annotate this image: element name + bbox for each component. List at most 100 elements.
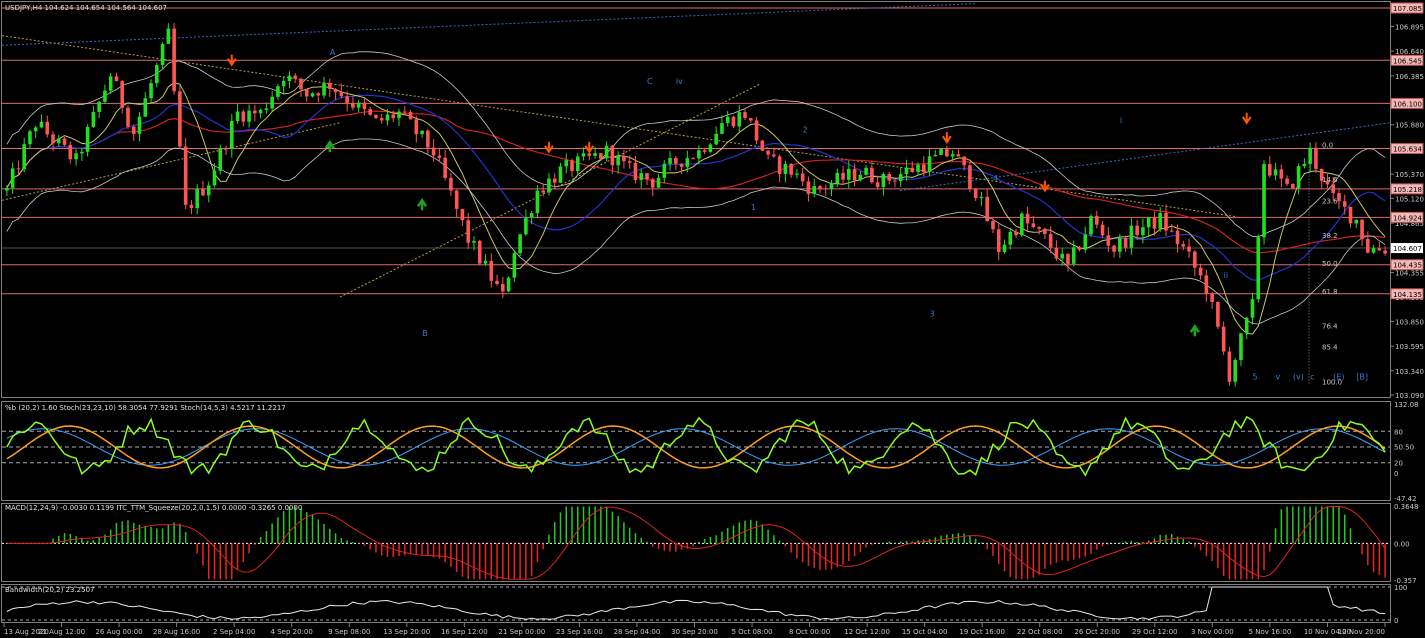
time-tick-label: 5 Oct 08:00 bbox=[731, 628, 772, 636]
candle-body bbox=[599, 153, 603, 159]
candle-body bbox=[1043, 228, 1047, 234]
bandwidth-tick-label: 0 bbox=[1394, 617, 1398, 625]
candle-body bbox=[293, 75, 298, 79]
candle-body bbox=[795, 173, 799, 175]
candle-body bbox=[956, 154, 961, 157]
candle-body bbox=[477, 240, 482, 264]
candle-body bbox=[1077, 247, 1082, 250]
candle-body bbox=[783, 163, 788, 175]
fib-level-label: 61.8 bbox=[1322, 288, 1338, 296]
candle-body bbox=[1187, 246, 1191, 252]
candle-body bbox=[1244, 317, 1249, 334]
candle-body bbox=[1302, 163, 1307, 167]
oscillator-tick-label: 0 bbox=[1394, 470, 1398, 478]
candle-body bbox=[622, 156, 626, 162]
candle-body bbox=[1169, 230, 1174, 232]
candle-body bbox=[1112, 245, 1116, 252]
candle-body bbox=[368, 109, 372, 115]
candle-body bbox=[33, 127, 38, 132]
macd-title: MACD(12,24,9) -0.0030 0.1199 ITC_TTM_Squ… bbox=[5, 504, 302, 512]
candle-body bbox=[524, 217, 528, 235]
price-tick-label: 103.850 bbox=[1395, 318, 1424, 326]
candle-body bbox=[235, 111, 240, 121]
time-tick-label: 4 Sep 20:00 bbox=[271, 628, 313, 636]
price-level-label: 105.218 bbox=[1393, 186, 1422, 194]
candle-body bbox=[120, 81, 125, 108]
price-level-label: 104.924 bbox=[1393, 214, 1422, 222]
candle-body bbox=[426, 130, 430, 148]
candle-body bbox=[149, 83, 153, 99]
candle-body bbox=[328, 82, 332, 89]
candle-body bbox=[489, 260, 494, 281]
candle-body bbox=[45, 121, 50, 135]
candle-body bbox=[74, 153, 78, 160]
candle-body bbox=[1239, 333, 1243, 361]
time-tick-label: 26 Aug 00:00 bbox=[95, 628, 142, 636]
candle-body bbox=[1383, 250, 1387, 254]
chart-title-text: USDJPY,H4 104.624 104.654 104.564 104.60… bbox=[5, 4, 167, 12]
bandwidth-title: Bandwidth(20,2) 23.2507 bbox=[5, 586, 95, 594]
candle-body bbox=[28, 131, 32, 145]
candle-body bbox=[51, 134, 55, 144]
candle-body bbox=[996, 229, 1001, 253]
candle-body bbox=[772, 154, 776, 157]
candle-body bbox=[1031, 223, 1036, 228]
candle-body bbox=[1354, 219, 1359, 224]
candle-body bbox=[806, 181, 811, 194]
time-tick-label: 12 Nov 20:00 bbox=[1338, 628, 1385, 636]
candle-body bbox=[91, 111, 96, 127]
candle-body bbox=[748, 118, 753, 121]
price-tick-label: 104.355 bbox=[1395, 269, 1424, 277]
candle-body bbox=[1158, 212, 1163, 229]
candle-body bbox=[1008, 231, 1013, 245]
candle-body bbox=[351, 102, 355, 108]
candle-body bbox=[1181, 244, 1186, 247]
candle-body bbox=[420, 130, 424, 135]
fib-level-label: 76.4 bbox=[1322, 322, 1338, 330]
candle-body bbox=[1267, 164, 1272, 176]
wave-label: 1 bbox=[751, 203, 756, 212]
time-tick-label: 26 Oct 20:00 bbox=[1074, 628, 1120, 636]
candle-body bbox=[1066, 253, 1070, 264]
candle-body bbox=[587, 153, 592, 156]
candle-body bbox=[16, 168, 21, 170]
price-tick-label: 106.895 bbox=[1395, 23, 1424, 31]
candle-body bbox=[316, 93, 321, 96]
time-tick-label: 22 Oct 08:00 bbox=[1017, 628, 1063, 636]
candle-body bbox=[22, 144, 26, 170]
candle-body bbox=[893, 180, 897, 182]
candle-body bbox=[1250, 299, 1255, 318]
candle-body bbox=[697, 150, 701, 159]
candle-body bbox=[639, 173, 644, 181]
oscillator-tick-label: 80 bbox=[1394, 428, 1403, 436]
macd-tick-label: 0.00 bbox=[1394, 540, 1410, 548]
candle-body bbox=[875, 182, 880, 188]
candle-body bbox=[847, 168, 851, 180]
time-tick-label: 21 Sep 00:00 bbox=[499, 628, 546, 636]
candle-body bbox=[299, 78, 303, 90]
candle-body bbox=[247, 110, 251, 122]
candle-body bbox=[968, 165, 972, 190]
candle-body bbox=[108, 76, 113, 91]
candle-body bbox=[97, 101, 101, 112]
candle-body bbox=[218, 148, 223, 171]
candle-body bbox=[501, 284, 505, 292]
candle-body bbox=[962, 156, 966, 166]
candle-body bbox=[691, 158, 695, 160]
candle-body bbox=[898, 174, 903, 182]
wave-label: v bbox=[1276, 373, 1281, 382]
wave-label: A bbox=[330, 48, 336, 57]
candle-body bbox=[910, 167, 915, 172]
last-price-label: 104.607 bbox=[1393, 245, 1422, 253]
candle-body bbox=[708, 144, 713, 152]
candle-body bbox=[333, 88, 338, 93]
wave-label: 5 bbox=[1252, 373, 1257, 382]
candle-body bbox=[1100, 224, 1105, 236]
candle-body bbox=[1106, 235, 1111, 246]
candle-body bbox=[212, 170, 217, 186]
candle-body bbox=[131, 126, 136, 134]
candle-body bbox=[812, 186, 817, 194]
candle-body bbox=[627, 161, 632, 163]
candle-body bbox=[1221, 326, 1226, 352]
candle-body bbox=[1129, 225, 1134, 248]
